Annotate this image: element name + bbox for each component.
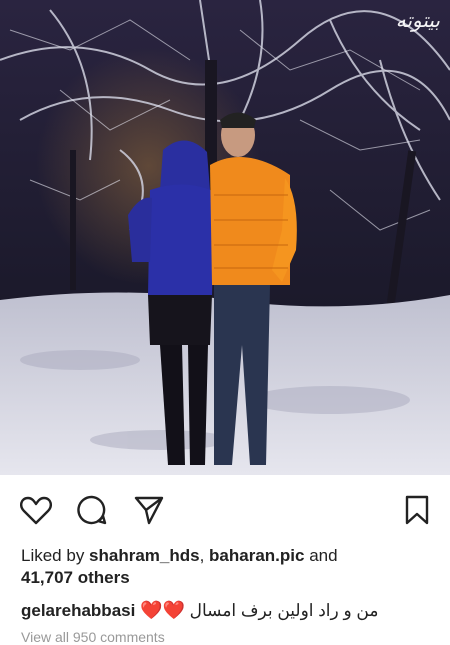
liker-username-1[interactable]: shahram_hds [89, 546, 200, 565]
likes-separator: , [199, 546, 210, 565]
post-caption: gelarehabbasi من و راد اولین برف امسال ❤… [21, 599, 431, 622]
caption-text: من و راد اولین برف امسال ❤️❤️ [140, 599, 378, 622]
post-actions-bar [0, 475, 450, 541]
liker-username-2[interactable]: baharan.pic [209, 546, 304, 565]
watermark-logo: بیتوته [395, 8, 440, 32]
comment-bubble-icon [77, 495, 107, 525]
bookmark-icon [405, 495, 429, 525]
likes-and: and [304, 546, 338, 565]
paper-plane-icon [134, 496, 164, 525]
caption-message: من و راد اولین برف امسال [189, 601, 379, 620]
post-photo[interactable]: بیتوته [0, 0, 450, 475]
likes-summary: Liked by shahram_hds, baharan.pic and 41… [21, 545, 431, 589]
likes-count[interactable]: 41,707 others [21, 568, 130, 587]
likes-prefix: Liked by [21, 546, 90, 565]
comment-button[interactable] [75, 493, 109, 527]
share-button[interactable] [132, 493, 166, 527]
view-comments-link[interactable]: View all 950 comments [21, 629, 165, 645]
save-button[interactable] [400, 493, 434, 527]
heart-emoji: ❤️❤️ [140, 600, 185, 620]
heart-outline-icon [20, 496, 52, 525]
like-button[interactable] [19, 493, 53, 527]
caption-username[interactable]: gelarehabbasi [21, 601, 135, 620]
snowy-night-scene [0, 0, 450, 475]
